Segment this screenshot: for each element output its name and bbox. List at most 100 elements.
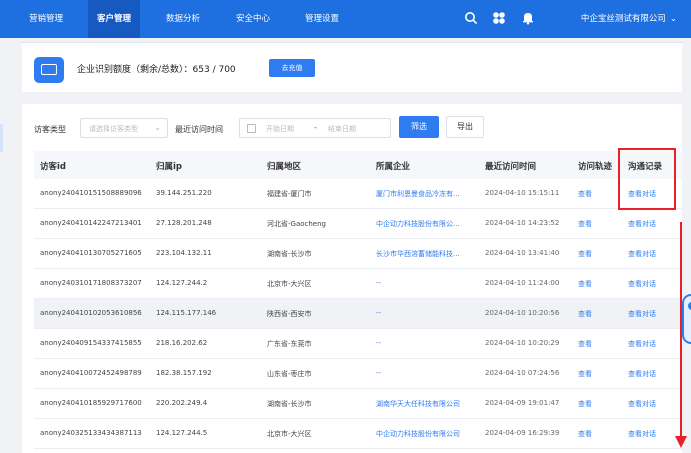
table-row: anony240410185929717600 220.202.249.4 湖南…: [34, 389, 682, 419]
visitor-type-select[interactable]: 请选择访客类型 ⌄: [80, 118, 168, 138]
cell-visitor-id: anony240410072452498789: [40, 369, 142, 377]
cell-visitor-id: anony240410151508889096: [40, 189, 142, 197]
quota-text: 企业识别额度（剩余/总数）：653 / 700: [77, 65, 236, 75]
cell-ip: 218.16.202.62: [156, 339, 208, 347]
cell-last-visit: 2024-04-10 13:41:40: [485, 249, 560, 257]
cell-last-visit: 2024-04-10 14:23:52: [485, 219, 560, 227]
cell-company-link[interactable]: 中企动力科技股份有限公...: [376, 219, 476, 229]
visitor-type-label: 访客类型: [34, 125, 66, 134]
date-range-picker[interactable]: 开始日期 - 结束日期: [239, 118, 391, 138]
view-chat-link[interactable]: 查看对话: [628, 249, 656, 259]
cell-company: --: [376, 339, 382, 347]
col-visitor-id: 访客id: [40, 162, 66, 172]
cell-last-visit: 2024-04-10 15:15:11: [485, 189, 560, 197]
nav-item-customers[interactable]: 客户管理: [88, 0, 140, 38]
view-chat-link[interactable]: 查看对话: [628, 369, 656, 379]
cell-region: 湖南省-长沙市: [267, 250, 312, 258]
nav-item-security[interactable]: 安全中心: [236, 0, 270, 38]
search-icon[interactable]: [464, 11, 478, 25]
table-header: 访客id 归属ip 归属地区 所属企业 最近访问时间 访问轨迹 沟通记录: [34, 151, 682, 179]
table-row: anony240410072452498789 182.38.157.192 山…: [34, 359, 682, 389]
cell-company: --: [376, 369, 382, 377]
cell-ip: 124.115.177.146: [156, 309, 217, 317]
chevron-down-icon: ⌄: [669, 14, 677, 24]
view-track-link[interactable]: 查看: [578, 279, 592, 289]
cell-region: 山东省-枣庄市: [267, 370, 312, 378]
view-track-link[interactable]: 查看: [578, 189, 592, 199]
view-track-link[interactable]: 查看: [578, 249, 592, 259]
nav-item-analytics[interactable]: 数据分析: [166, 0, 200, 38]
cell-region: 湖南省-长沙市: [267, 400, 312, 408]
quota-card: 企业识别额度（剩余/总数）：653 / 700 去充值: [22, 42, 682, 92]
cell-ip: 124.127.244.2: [156, 279, 208, 287]
view-chat-link[interactable]: 查看对话: [628, 429, 656, 439]
export-button[interactable]: 导出: [446, 116, 484, 138]
cell-last-visit: 2024-04-10 07:24:56: [485, 369, 560, 377]
view-track-link[interactable]: 查看: [578, 309, 592, 319]
cell-company-link[interactable]: 长沙市华西溶蓄储能科技...: [376, 249, 476, 259]
cell-ip: 27.128.201.248: [156, 219, 212, 227]
company-switcher[interactable]: 中企宝丝测试有限公司 ⌄: [581, 0, 677, 38]
col-last-visit: 最近访问时间: [485, 162, 537, 172]
sidebar-edge-tab[interactable]: [0, 124, 3, 152]
col-ip: 归属ip: [156, 162, 182, 172]
top-nav-bar: 营销管理 客户管理 数据分析 安全中心 管理设置 中企宝丝测试有限公司 ⌄: [0, 0, 691, 38]
cell-region: 北京市-大兴区: [267, 430, 312, 438]
view-chat-link[interactable]: 查看对话: [628, 339, 656, 349]
visitor-type-placeholder: 请选择访客类型: [89, 125, 138, 133]
recharge-button[interactable]: 去充值: [269, 59, 315, 77]
table-row: anony240410142247213401 27.128.201.248 河…: [34, 209, 682, 239]
visitor-list-card: 访客类型 请选择访客类型 ⌄ 最近访问时间 开始日期 - 结束日期 筛选 导出 …: [22, 104, 682, 453]
cell-company-link[interactable]: 厦门市利恩曼食品冷冻有...: [376, 189, 476, 199]
cell-ip: 223.104.132.11: [156, 249, 212, 257]
cell-last-visit: 2024-04-09 19:01:47: [485, 399, 560, 407]
cell-visitor-id: anony240410130705271605: [40, 249, 142, 257]
cell-region: 北京市-大兴区: [267, 280, 312, 288]
cell-ip: 182.38.157.192: [156, 369, 212, 377]
date-separator: -: [314, 123, 317, 132]
chevron-down-icon: ⌄: [154, 123, 161, 132]
cell-last-visit: 2024-04-10 10:20:29: [485, 339, 560, 347]
view-track-link[interactable]: 查看: [578, 369, 592, 379]
cell-visitor-id: anony240410142247213401: [40, 219, 142, 227]
cell-ip: 220.202.249.4: [156, 399, 208, 407]
table-row: anony240410102053610856 124.115.177.146 …: [34, 299, 682, 329]
wallet-icon: [34, 57, 64, 83]
filter-button[interactable]: 筛选: [399, 116, 439, 138]
bell-icon[interactable]: [521, 11, 535, 25]
view-track-link[interactable]: 查看: [578, 429, 592, 439]
view-track-link[interactable]: 查看: [578, 219, 592, 229]
cell-company-link[interactable]: 湖南华天大任科技有限公司: [376, 399, 476, 409]
end-date-input[interactable]: 结束日期: [328, 124, 356, 134]
down-arrow-icon: [675, 436, 687, 448]
cell-ip: 39.144.251.220: [156, 189, 212, 197]
cell-region: 陕西省-西安市: [267, 310, 312, 318]
table-row: anony240310171808373207 124.127.244.2 北京…: [34, 269, 682, 299]
floating-chat-widget[interactable]: [682, 294, 691, 344]
cell-company: --: [376, 309, 382, 317]
view-chat-link[interactable]: 查看对话: [628, 219, 656, 229]
view-chat-link[interactable]: 查看对话: [628, 309, 656, 319]
start-date-input[interactable]: 开始日期: [266, 124, 294, 134]
col-track: 访问轨迹: [578, 162, 613, 172]
highlight-box: [618, 148, 676, 210]
table-row: anony240409154337415855 218.16.202.62 广东…: [34, 329, 682, 359]
nav-item-marketing[interactable]: 营销管理: [29, 0, 63, 38]
cell-visitor-id: anony240410102053610856: [40, 309, 142, 317]
table-row: anony240325133434387113 124.127.244.5 北京…: [34, 419, 682, 449]
view-chat-link[interactable]: 查看对话: [628, 399, 656, 409]
nav-item-settings[interactable]: 管理设置: [305, 0, 339, 38]
cell-region: 河北省-Gaocheng: [267, 220, 326, 228]
cell-company-link[interactable]: 中企动力科技股份有限公司: [376, 429, 476, 439]
view-track-link[interactable]: 查看: [578, 399, 592, 409]
cell-visitor-id: anony240410185929717600: [40, 399, 142, 407]
calendar-icon: [247, 124, 256, 133]
last-visit-label: 最近访问时间: [175, 125, 223, 134]
cell-visitor-id: anony240325133434387113: [40, 429, 142, 437]
cell-region: 福建省-厦门市: [267, 190, 312, 198]
view-chat-link[interactable]: 查看对话: [628, 279, 656, 289]
view-track-link[interactable]: 查看: [578, 339, 592, 349]
clover-icon[interactable]: [492, 11, 506, 25]
cell-visitor-id: anony240409154337415855: [40, 339, 142, 347]
cell-last-visit: 2024-04-10 11:24:00: [485, 279, 560, 287]
